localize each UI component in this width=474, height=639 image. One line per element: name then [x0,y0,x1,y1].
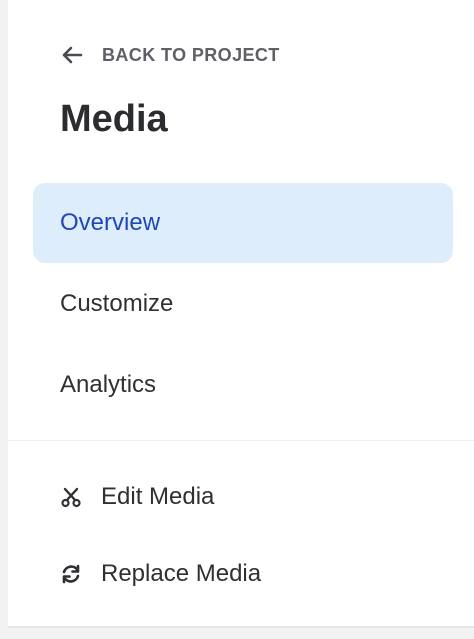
media-sidebar: BACK TO PROJECT Media Overview Customize… [8,0,474,626]
nav-item-label: Customize [60,290,174,317]
nav-item-customize[interactable]: Customize [33,264,453,344]
panel-bottom-border [8,626,474,628]
refresh-icon [60,563,82,585]
arrow-left-icon [60,43,84,67]
replace-media-label: Replace Media [101,560,262,587]
media-nav: Overview Customize Analytics [33,183,453,426]
page-title: Media [60,98,168,140]
back-link-label: BACK TO PROJECT [102,44,280,65]
nav-item-label: Analytics [60,371,157,398]
edit-media-label: Edit Media [101,483,215,510]
scissors-icon [60,486,82,508]
back-to-project-link[interactable]: BACK TO PROJECT [60,40,280,70]
section-divider [8,440,474,441]
nav-item-overview[interactable]: Overview [33,183,453,263]
edit-media-button[interactable]: Edit Media [60,477,214,517]
nav-item-analytics[interactable]: Analytics [33,345,453,425]
replace-media-button[interactable]: Replace Media [60,554,261,594]
nav-item-label: Overview [60,209,161,236]
